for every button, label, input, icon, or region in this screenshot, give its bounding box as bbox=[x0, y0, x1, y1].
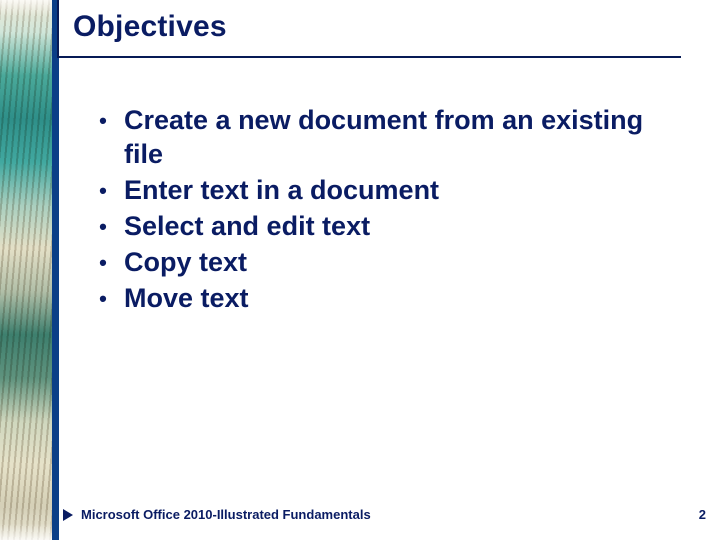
vertical-accent-bar bbox=[52, 0, 59, 540]
bullet-icon: • bbox=[82, 246, 124, 280]
bullet-icon: • bbox=[82, 210, 124, 244]
list-item-text: Copy text bbox=[124, 246, 682, 280]
list-item: • Select and edit text bbox=[82, 210, 682, 244]
list-item: • Enter text in a document bbox=[82, 174, 682, 208]
list-item: • Copy text bbox=[82, 246, 682, 280]
list-item-text: Move text bbox=[124, 282, 682, 316]
list-item-text: Create a new document from an existing f… bbox=[124, 104, 682, 172]
triangle-right-icon bbox=[63, 509, 73, 521]
objectives-list: • Create a new document from an existing… bbox=[82, 104, 682, 316]
content-area: • Create a new document from an existing… bbox=[82, 104, 682, 318]
slide-title: Objectives bbox=[73, 10, 667, 44]
slide: Objectives • Create a new document from … bbox=[0, 0, 720, 540]
list-item-text: Enter text in a document bbox=[124, 174, 682, 208]
bullet-icon: • bbox=[82, 282, 124, 316]
list-item-text: Select and edit text bbox=[124, 210, 682, 244]
footer-text: Microsoft Office 2010-Illustrated Fundam… bbox=[81, 507, 371, 522]
title-card: Objectives bbox=[57, 0, 681, 58]
list-item: • Move text bbox=[82, 282, 682, 316]
footer-left: Microsoft Office 2010-Illustrated Fundam… bbox=[63, 507, 371, 522]
bullet-icon: • bbox=[82, 174, 124, 208]
list-item: • Create a new document from an existing… bbox=[82, 104, 682, 172]
bullet-icon: • bbox=[82, 104, 124, 138]
page-number: 2 bbox=[699, 507, 706, 522]
footer: Microsoft Office 2010-Illustrated Fundam… bbox=[63, 507, 706, 522]
left-decorative-strip bbox=[0, 0, 52, 540]
